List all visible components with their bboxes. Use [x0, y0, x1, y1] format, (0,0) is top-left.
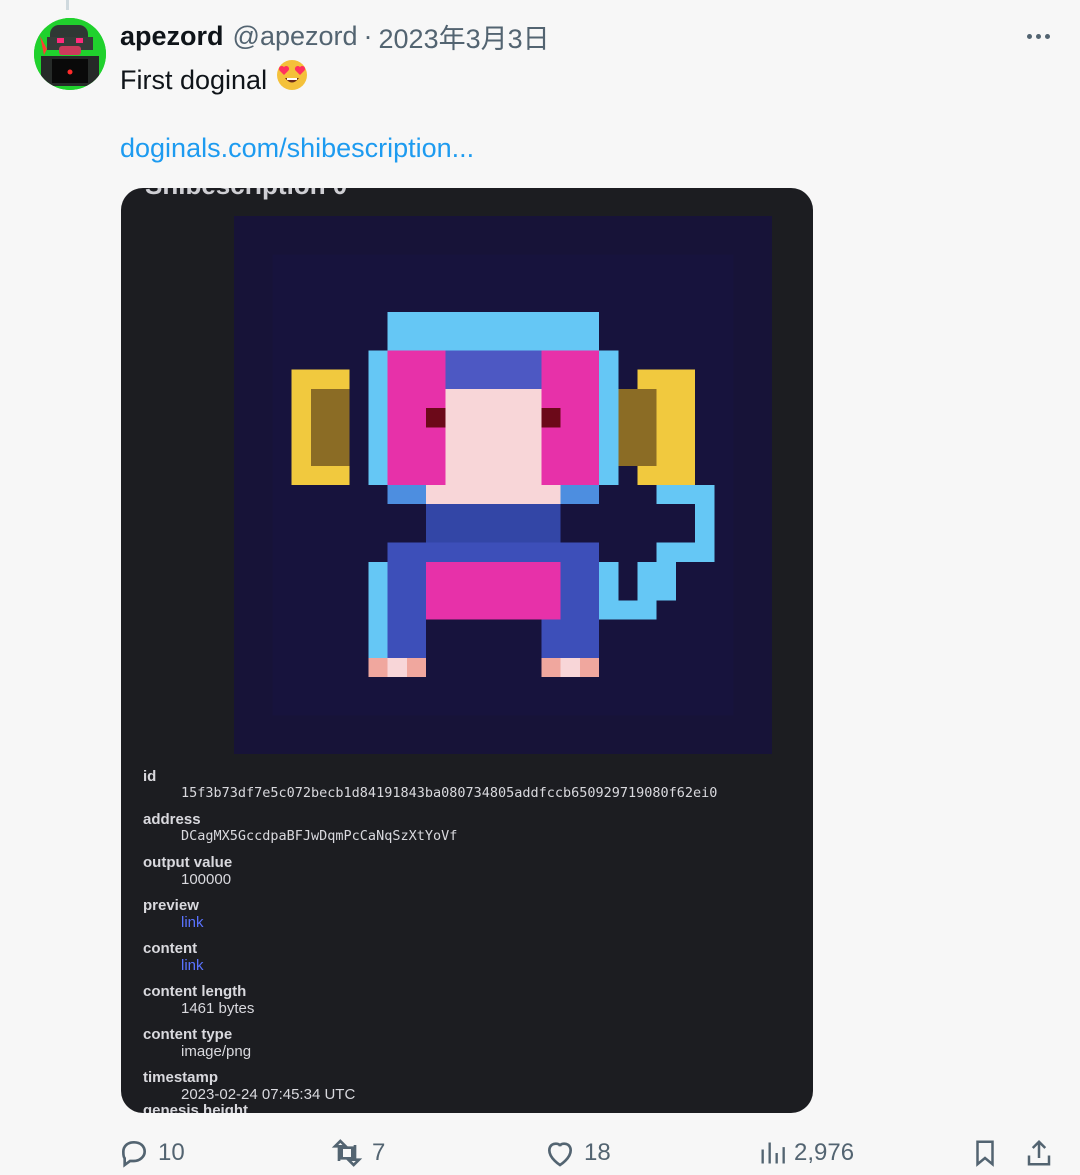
detail-label: content length [143, 983, 247, 1000]
tweet-text: First doginal [120, 58, 309, 101]
preview-link[interactable]: link [181, 914, 803, 931]
detail-label: timestamp [143, 1069, 219, 1086]
content-link[interactable]: link [181, 957, 803, 974]
retweet-icon [331, 1139, 363, 1167]
doge-pixel-art-image [234, 216, 772, 754]
detail-value: DCagMX5GccdpaBFJwDqmPcCaNqSzXtYoVf [181, 828, 458, 844]
detail-item: address DCagMX5GccdpaBFJwDqmPcCaNqSzXtYo… [143, 811, 803, 845]
share-button[interactable] [1024, 1134, 1054, 1172]
like-count: 18 [584, 1139, 611, 1166]
tweet-link[interactable]: doginals.com/shibescription... [120, 130, 474, 166]
detail-value: 1461 bytes [181, 1000, 255, 1017]
retweet-count: 7 [372, 1139, 386, 1166]
avatar-image [34, 18, 106, 90]
detail-item: content type image/png [143, 1026, 803, 1060]
detail-item: content length 1461 bytes [143, 983, 803, 1017]
detail-label: output value [143, 854, 233, 871]
share-icon [1027, 1139, 1051, 1166]
detail-label: id [143, 768, 157, 785]
detail-value: image/png [181, 1043, 252, 1060]
view-count: 2,976 [794, 1139, 855, 1166]
more-icon [1026, 33, 1032, 39]
heart-eyes-emoji-icon [275, 58, 309, 101]
avatar[interactable] [34, 18, 106, 90]
detail-item: preview link [143, 897, 803, 931]
reply-button[interactable]: 10 [118, 1134, 185, 1172]
detail-item: content link [143, 940, 803, 974]
detail-label: content type [143, 1026, 233, 1043]
like-icon [547, 1142, 573, 1167]
detail-value: 15f3b73df7e5c072becb1d84191843ba08073480… [181, 785, 718, 801]
reply-icon [121, 1140, 147, 1168]
detail-label: content [143, 940, 198, 957]
tweet-body: First doginal [120, 64, 268, 95]
inscription-details: id 15f3b73df7e5c072becb1d84191843ba08073… [143, 768, 803, 1112]
detail-item: output value 100000 [143, 854, 803, 888]
thread-connector [66, 0, 69, 10]
detail-item: timestamp 2023-02-24 07:45:34 UTC [143, 1069, 803, 1103]
cut-off-detail-label: genesis height [143, 1102, 249, 1113]
detail-label: address [143, 811, 201, 828]
tweet-actions: 10 7 18 2,976 [118, 1134, 1058, 1172]
retweet-button[interactable]: 7 [330, 1134, 385, 1172]
author-name[interactable]: apezord [120, 21, 224, 52]
card-title: Shibescription 0 [145, 188, 347, 201]
more-icon-dot [1035, 33, 1041, 39]
more-button[interactable] [1020, 24, 1056, 48]
views-icon [761, 1142, 785, 1164]
reply-count: 10 [158, 1139, 185, 1166]
detail-value: 2023-02-24 07:45:34 UTC [181, 1086, 356, 1103]
link-preview-card[interactable]: Shibescription 0 [121, 188, 813, 1113]
more-icon-dot [1044, 33, 1050, 39]
like-button[interactable]: 18 [544, 1134, 611, 1172]
bookmark-button[interactable] [970, 1134, 1000, 1172]
detail-item: id 15f3b73df7e5c072becb1d84191843ba08073… [143, 768, 803, 802]
header-separator: · [363, 20, 373, 51]
author-handle[interactable]: @apezord [233, 21, 358, 52]
tweet-date[interactable]: 2023年3月3日 [379, 17, 550, 56]
bookmark-icon [976, 1140, 994, 1167]
detail-value: 100000 [181, 871, 232, 888]
tweet-header: apezord @apezord · 2023年3月3日 [120, 18, 550, 54]
views-button[interactable]: 2,976 [758, 1134, 854, 1172]
detail-label: preview [143, 897, 199, 914]
